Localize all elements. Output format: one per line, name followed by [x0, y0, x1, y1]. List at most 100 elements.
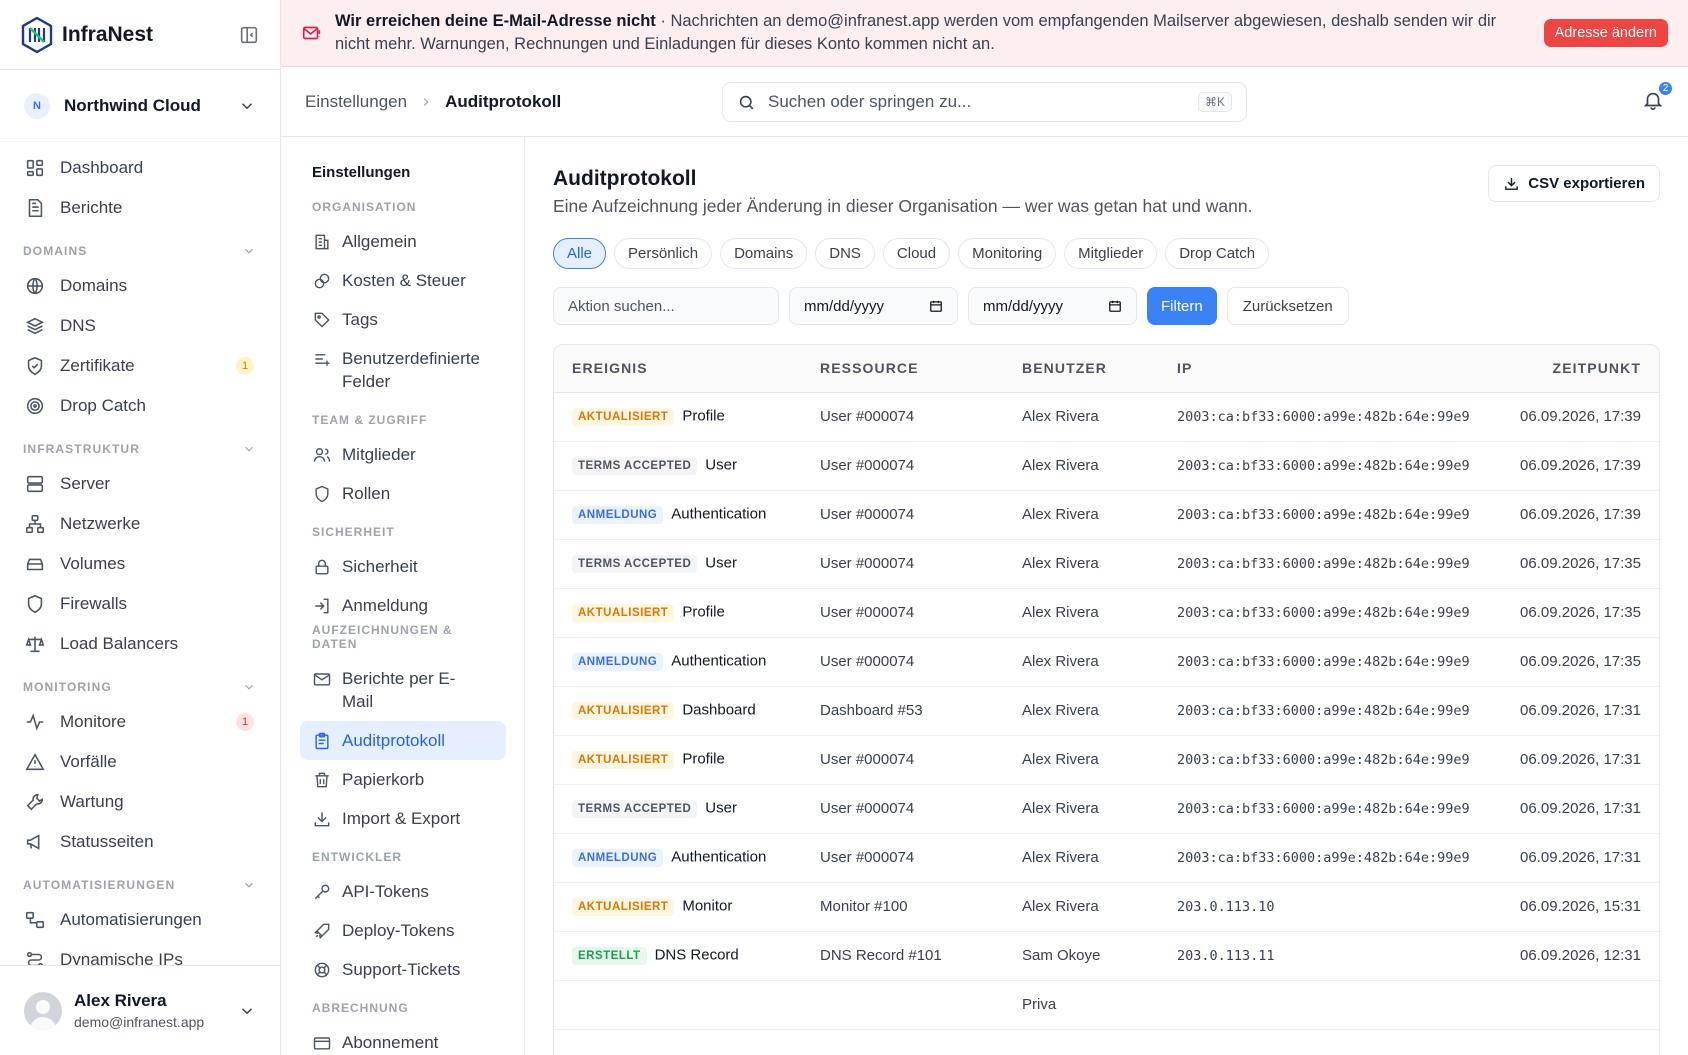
settings-item-support-tickets[interactable]: Support-Tickets: [300, 950, 506, 989]
resource-cell: User #000074: [802, 539, 1004, 589]
chip-persoenlich[interactable]: Persönlich: [614, 238, 713, 269]
nav-item-load-balancers[interactable]: Load Balancers: [0, 624, 280, 664]
settings-item-label: Rollen: [342, 484, 391, 503]
breadcrumb-parent[interactable]: Einstellungen: [305, 92, 407, 112]
org-switcher[interactable]: N Northwind Cloud: [0, 70, 280, 142]
resource-cell: User #000074: [802, 392, 1004, 442]
date-from-field[interactable]: mm/dd/yyyy: [789, 287, 958, 325]
action-search-input[interactable]: Aktion suchen...: [553, 287, 779, 325]
search-input[interactable]: Suchen oder springen zu... ⌘K: [722, 82, 1247, 122]
nav-item-server[interactable]: Server: [0, 464, 280, 504]
chip-monitoring[interactable]: Monitoring: [958, 238, 1057, 269]
column-header: ZEITPUNKT: [1497, 345, 1659, 393]
table-row[interactable]: AKTUALISIERT Dashboard Dashboard #53 Alex R…: [554, 686, 1659, 736]
chip-domains[interactable]: Domains: [720, 238, 808, 269]
nav-section-automatisierungen[interactable]: AUTOMATISIERUNGEN: [0, 862, 280, 900]
shortcut-hint: ⌘K: [1197, 92, 1232, 112]
date-to-field[interactable]: mm/dd/yyyy: [968, 287, 1137, 325]
user-menu[interactable]: Alex Rivera demo@infranest.app: [0, 965, 280, 1055]
settings-item-rollen[interactable]: Rollen: [300, 474, 506, 513]
user-cell: Alex Rivera: [1004, 490, 1159, 540]
settings-item-deploy-tokens[interactable]: Deploy-Tokens: [300, 911, 506, 950]
column-header: RESSOURCE: [802, 345, 1004, 393]
nav-item-vorfaelle[interactable]: Vorfälle: [0, 742, 280, 782]
table-row[interactable]: TERMS ACCEPTED User User #000074 Alex River…: [554, 539, 1659, 589]
nav-section-domains[interactable]: DOMAINS: [0, 228, 280, 266]
ip-cell: 2003:ca:bf33:6000:a99e:482b:64e:99e9: [1159, 784, 1498, 834]
nav-section-monitoring[interactable]: MONITORING: [0, 664, 280, 702]
change-address-button[interactable]: Adresse ändern: [1543, 19, 1668, 47]
network-icon: [24, 513, 46, 535]
table-row[interactable]: AKTUALISIERT Profile User #000074 Alex Rive…: [554, 735, 1659, 785]
reset-button[interactable]: Zurücksetzen: [1226, 287, 1349, 325]
settings-item-import-export[interactable]: Import & Export: [300, 799, 506, 838]
settings-item-abonnement[interactable]: Abonnement: [300, 1023, 506, 1055]
event-cell: [554, 980, 802, 1030]
settings-item-custom-fields[interactable]: Benutzerdefinierte Felder: [300, 339, 506, 401]
settings-item-allgemein[interactable]: Allgemein: [300, 222, 506, 261]
nav-item-statusseiten[interactable]: Statusseiten: [0, 822, 280, 862]
nav-item-firewalls[interactable]: Firewalls: [0, 584, 280, 624]
settings-section: ENTWICKLER: [312, 850, 402, 864]
infranest-logo-icon[interactable]: [20, 16, 54, 54]
dashboard-icon: [24, 157, 46, 179]
nav-label: Netzwerke: [60, 514, 141, 533]
nav-label: Firewalls: [60, 594, 128, 613]
table-row[interactable]: Priva: [554, 980, 1659, 1030]
table-row[interactable]: TERMS ACCEPTED User User #000074 Alex River…: [554, 441, 1659, 491]
chip-cloud[interactable]: Cloud: [882, 238, 951, 269]
nav-item-dns[interactable]: DNS: [0, 306, 280, 346]
nav-item-domains[interactable]: Domains: [0, 266, 280, 306]
table-row[interactable]: ANMELDUNG Authentication User #000074 Alex …: [554, 833, 1659, 883]
notifications-button[interactable]: 2: [1642, 80, 1674, 111]
settings-item-api-tokens[interactable]: API-Tokens: [300, 872, 506, 911]
warning-icon: [24, 751, 46, 773]
settings-item-anmeldung[interactable]: Anmeldung: [300, 586, 506, 625]
chip-mitglieder[interactable]: Mitglieder: [1064, 238, 1158, 269]
nav-section-infrastruktur[interactable]: INFRASTRUKTUR: [0, 426, 280, 464]
chip-drop-catch[interactable]: Drop Catch: [1165, 238, 1270, 269]
event-name: Dashboard: [682, 702, 756, 720]
nav-item-drop-catch[interactable]: Drop Catch: [0, 386, 280, 426]
event-cell: TERMS ACCEPTED User: [554, 441, 802, 491]
timestamp-cell: 06.09.2026, 17:35: [1497, 588, 1659, 638]
table-row[interactable]: TERMS ACCEPTED User User #000074 Alex River…: [554, 784, 1659, 834]
ip-cell: 2003:ca:bf33:6000:a99e:482b:64e:99e9: [1159, 441, 1498, 491]
settings-item-papierkorb[interactable]: Papierkorb: [300, 760, 506, 799]
nav-item-volumes[interactable]: Volumes: [0, 544, 280, 584]
nav-item-berichte[interactable]: Berichte: [0, 188, 280, 228]
table-row[interactable]: ANMELDUNG Authentication User #000074 Alex …: [554, 637, 1659, 687]
event-type-badge: ANMELDUNG: [572, 505, 664, 524]
nav-item-netzwerke[interactable]: Netzwerke: [0, 504, 280, 544]
settings-item-kosten[interactable]: Kosten & Steuer: [300, 261, 506, 300]
lock-icon: [312, 557, 332, 577]
nav-item-zertifikate[interactable]: Zertifikate 1: [0, 346, 280, 386]
category-filter-chips: Alle Persönlich Domains DNS Cloud Monito…: [553, 238, 1270, 269]
filter-button[interactable]: Filtern: [1147, 287, 1217, 325]
csv-export-button[interactable]: CSV exportieren: [1488, 165, 1660, 202]
settings-item-mitglieder[interactable]: Mitglieder: [300, 435, 506, 474]
nav-item-wartung[interactable]: Wartung: [0, 782, 280, 822]
nav-item-dashboard[interactable]: Dashboard: [0, 148, 280, 188]
event-type-badge: TERMS ACCEPTED: [572, 554, 698, 573]
settings-item-berichte-email[interactable]: Berichte per E-Mail: [300, 659, 506, 721]
brand: InfraNest: [0, 0, 280, 70]
event-name: Authentication: [671, 653, 767, 671]
settings-item-sicherheit[interactable]: Sicherheit: [300, 547, 506, 586]
nav-label: Berichte: [60, 198, 123, 217]
table-row[interactable]: AKTUALISIERT Monitor Monitor #100 Alex Rive…: [554, 882, 1659, 932]
table-row[interactable]: AKTUALISIERT Profile User #000074 Alex Rive…: [554, 588, 1659, 638]
table-row[interactable]: ANMELDUNG Authentication User #000074 Alex …: [554, 490, 1659, 540]
chip-dns[interactable]: DNS: [815, 238, 875, 269]
nav-item-monitore[interactable]: Monitore 1: [0, 702, 280, 742]
sidebar-collapse-icon[interactable]: [238, 24, 260, 46]
table-row[interactable]: ERSTELLT DNS Record DNS Record #101 Sam Oko…: [554, 931, 1659, 981]
nav-item-automatisierungen[interactable]: Automatisierungen: [0, 900, 280, 940]
calendar-icon[interactable]: [1108, 299, 1122, 313]
settings-item-tags[interactable]: Tags: [300, 300, 506, 339]
table-row[interactable]: AKTUALISIERT Profile User #000074 Alex Rive…: [554, 392, 1659, 442]
chip-alle[interactable]: Alle: [553, 238, 607, 269]
nav-label: Wartung: [60, 792, 124, 811]
settings-item-auditprotokoll[interactable]: Auditprotokoll: [300, 721, 506, 760]
calendar-icon[interactable]: [929, 299, 943, 313]
